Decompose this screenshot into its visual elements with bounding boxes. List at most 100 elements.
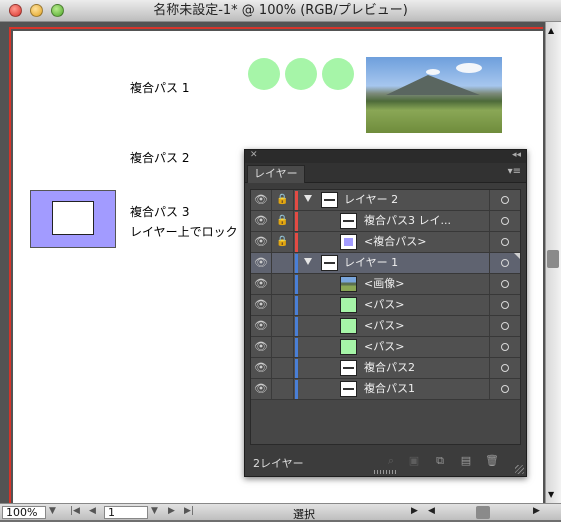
scroll-right-arrow-icon[interactable]: ▶ (533, 506, 540, 516)
panel-menu-icon[interactable]: ▾≡ (508, 166, 521, 177)
layer-name[interactable]: 複合パス2 (364, 358, 415, 378)
lock-toggle[interactable] (272, 358, 294, 378)
target-circle-icon[interactable] (489, 379, 520, 399)
next-page-icon[interactable]: ▶ (168, 506, 175, 516)
locate-object-icon[interactable]: ⌕ (384, 454, 398, 468)
compound-path-3-shape[interactable] (30, 190, 116, 248)
layers-list: 👁 🔒 レイヤー 2 👁 🔒 複合パス3 レイ... 👁 🔒 <複合パス> 👁 レイヤー 1 👁 <画像… (250, 189, 521, 445)
new-layer-icon[interactable]: ▤ (459, 454, 473, 468)
status-bar: 100% ▼ |◀ ◀ 1 ▼ ▶ ▶| 選択 ▶ ◀ ▶ (0, 503, 561, 521)
vertical-scroll-thumb[interactable] (547, 250, 559, 268)
locked-on-layer-label[interactable]: レイヤー上でロック (130, 223, 238, 240)
layer-row[interactable]: 👁 複合パス2 (251, 358, 520, 379)
scroll-down-arrow-icon[interactable]: ▼ (548, 490, 554, 499)
lock-icon[interactable]: 🔒 (272, 232, 294, 252)
compound-path-1-label[interactable]: 複合パス 1 (130, 79, 189, 96)
delete-layer-icon[interactable]: 🗑 (485, 454, 499, 468)
layer-name[interactable]: <画像> (364, 274, 404, 294)
new-sublayer-icon[interactable]: ⧉ (433, 454, 447, 468)
layer-thumbnail (340, 339, 357, 355)
layer-thumbnail (340, 213, 357, 229)
layer-row[interactable]: 👁 <画像> (251, 274, 520, 295)
panel-close-icon[interactable]: ✕ (250, 150, 258, 160)
horizontal-scroll-thumb[interactable] (476, 506, 490, 519)
layer-name[interactable]: <パス> (364, 295, 404, 315)
lock-toggle[interactable] (272, 253, 294, 273)
first-page-icon[interactable]: |◀ (70, 506, 80, 516)
target-circle-icon[interactable] (489, 316, 520, 336)
visibility-eye-icon[interactable]: 👁 (251, 316, 272, 336)
layer-row[interactable]: 👁 🔒 複合パス3 レイ... (251, 211, 520, 232)
tab-layers[interactable]: レイヤー (247, 165, 305, 183)
clipping-mask-icon[interactable]: ▣ (407, 454, 421, 468)
layer-row[interactable]: 👁 🔒 <複合パス> (251, 232, 520, 253)
layer-name[interactable]: 複合パス1 (364, 379, 415, 399)
layer-row[interactable]: 👁 <パス> (251, 337, 520, 358)
lock-toggle[interactable] (272, 316, 294, 336)
visibility-eye-icon[interactable]: 👁 (251, 337, 272, 357)
close-window-button[interactable] (9, 4, 22, 17)
visibility-eye-icon[interactable]: 👁 (251, 295, 272, 315)
target-circle-icon[interactable] (489, 358, 520, 378)
visibility-eye-icon[interactable]: 👁 (251, 274, 272, 294)
lock-toggle[interactable] (272, 295, 294, 315)
last-page-icon[interactable]: ▶| (184, 506, 194, 516)
layer-color-bar (295, 191, 298, 210)
panel-grip[interactable] (374, 470, 396, 474)
layer-name[interactable]: 複合パス3 レイ... (364, 211, 451, 231)
page-dropdown-icon[interactable]: ▼ (151, 506, 158, 516)
scroll-up-arrow-icon[interactable]: ▲ (548, 26, 554, 35)
zoom-dropdown-icon[interactable]: ▼ (49, 506, 56, 516)
lock-toggle[interactable] (272, 337, 294, 357)
layer-name[interactable]: <パス> (364, 316, 404, 336)
target-circle-icon[interactable] (489, 190, 520, 210)
layer-name[interactable]: <複合パス> (364, 232, 426, 252)
lock-toggle[interactable] (272, 274, 294, 294)
target-circle-icon[interactable] (489, 232, 520, 252)
minimize-window-button[interactable] (30, 4, 43, 17)
compound-path-3-label[interactable]: 複合パス 3 (130, 203, 189, 220)
panel-resize-handle[interactable] (515, 465, 524, 474)
selection-indicator (514, 253, 520, 259)
layer-color-bar (295, 380, 298, 399)
visibility-eye-icon[interactable]: 👁 (251, 232, 272, 252)
target-circle-icon[interactable] (489, 295, 520, 315)
status-menu-arrow-icon[interactable]: ▶ (411, 506, 418, 516)
visibility-eye-icon[interactable]: 👁 (251, 379, 272, 399)
layer-name[interactable]: レイヤー 2 (344, 190, 398, 210)
visibility-eye-icon[interactable]: 👁 (251, 211, 272, 231)
visibility-eye-icon[interactable]: 👁 (251, 190, 272, 210)
zoom-window-button[interactable] (51, 4, 64, 17)
visibility-eye-icon[interactable]: 👁 (251, 358, 272, 378)
layer-thumbnail (340, 360, 357, 376)
layers-panel: ✕ ◂◂ レイヤー ▾≡ 👁 🔒 レイヤー 2 👁 🔒 複合パス3 レイ... 👁 🔒 <複合パ… (244, 149, 527, 477)
compound-path-2-label[interactable]: 複合パス 2 (130, 149, 189, 166)
zoom-level-field[interactable]: 100% (2, 506, 46, 519)
placed-landscape-image[interactable] (366, 57, 502, 133)
layer-row[interactable]: 👁 複合パス1 (251, 379, 520, 400)
target-circle-icon[interactable] (489, 211, 520, 231)
layer-name[interactable]: <パス> (364, 337, 404, 357)
target-circle-icon[interactable] (489, 274, 520, 294)
cloud-shape (426, 69, 440, 75)
lock-icon[interactable]: 🔒 (272, 190, 294, 210)
layer-row[interactable]: 👁 レイヤー 1 (251, 253, 520, 274)
page-field[interactable]: 1 (104, 506, 148, 519)
lock-toggle[interactable] (272, 379, 294, 399)
green-circle[interactable] (285, 58, 317, 90)
lock-icon[interactable]: 🔒 (272, 211, 294, 231)
scroll-left-arrow-icon[interactable]: ◀ (428, 506, 435, 516)
green-circle[interactable] (322, 58, 354, 90)
panel-title-strip: ✕ ◂◂ (245, 150, 526, 163)
expand-triangle-icon[interactable] (304, 195, 312, 202)
prev-page-icon[interactable]: ◀ (89, 506, 96, 516)
layer-name[interactable]: レイヤー 1 (344, 253, 398, 273)
green-circle[interactable] (248, 58, 280, 90)
expand-triangle-icon[interactable] (304, 258, 312, 265)
layer-row[interactable]: 👁 <パス> (251, 316, 520, 337)
layer-row[interactable]: 👁 🔒 レイヤー 2 (251, 190, 520, 211)
layer-row[interactable]: 👁 <パス> (251, 295, 520, 316)
visibility-eye-icon[interactable]: 👁 (251, 253, 272, 273)
panel-collapse-icon[interactable]: ◂◂ (512, 150, 521, 160)
target-circle-icon[interactable] (489, 337, 520, 357)
